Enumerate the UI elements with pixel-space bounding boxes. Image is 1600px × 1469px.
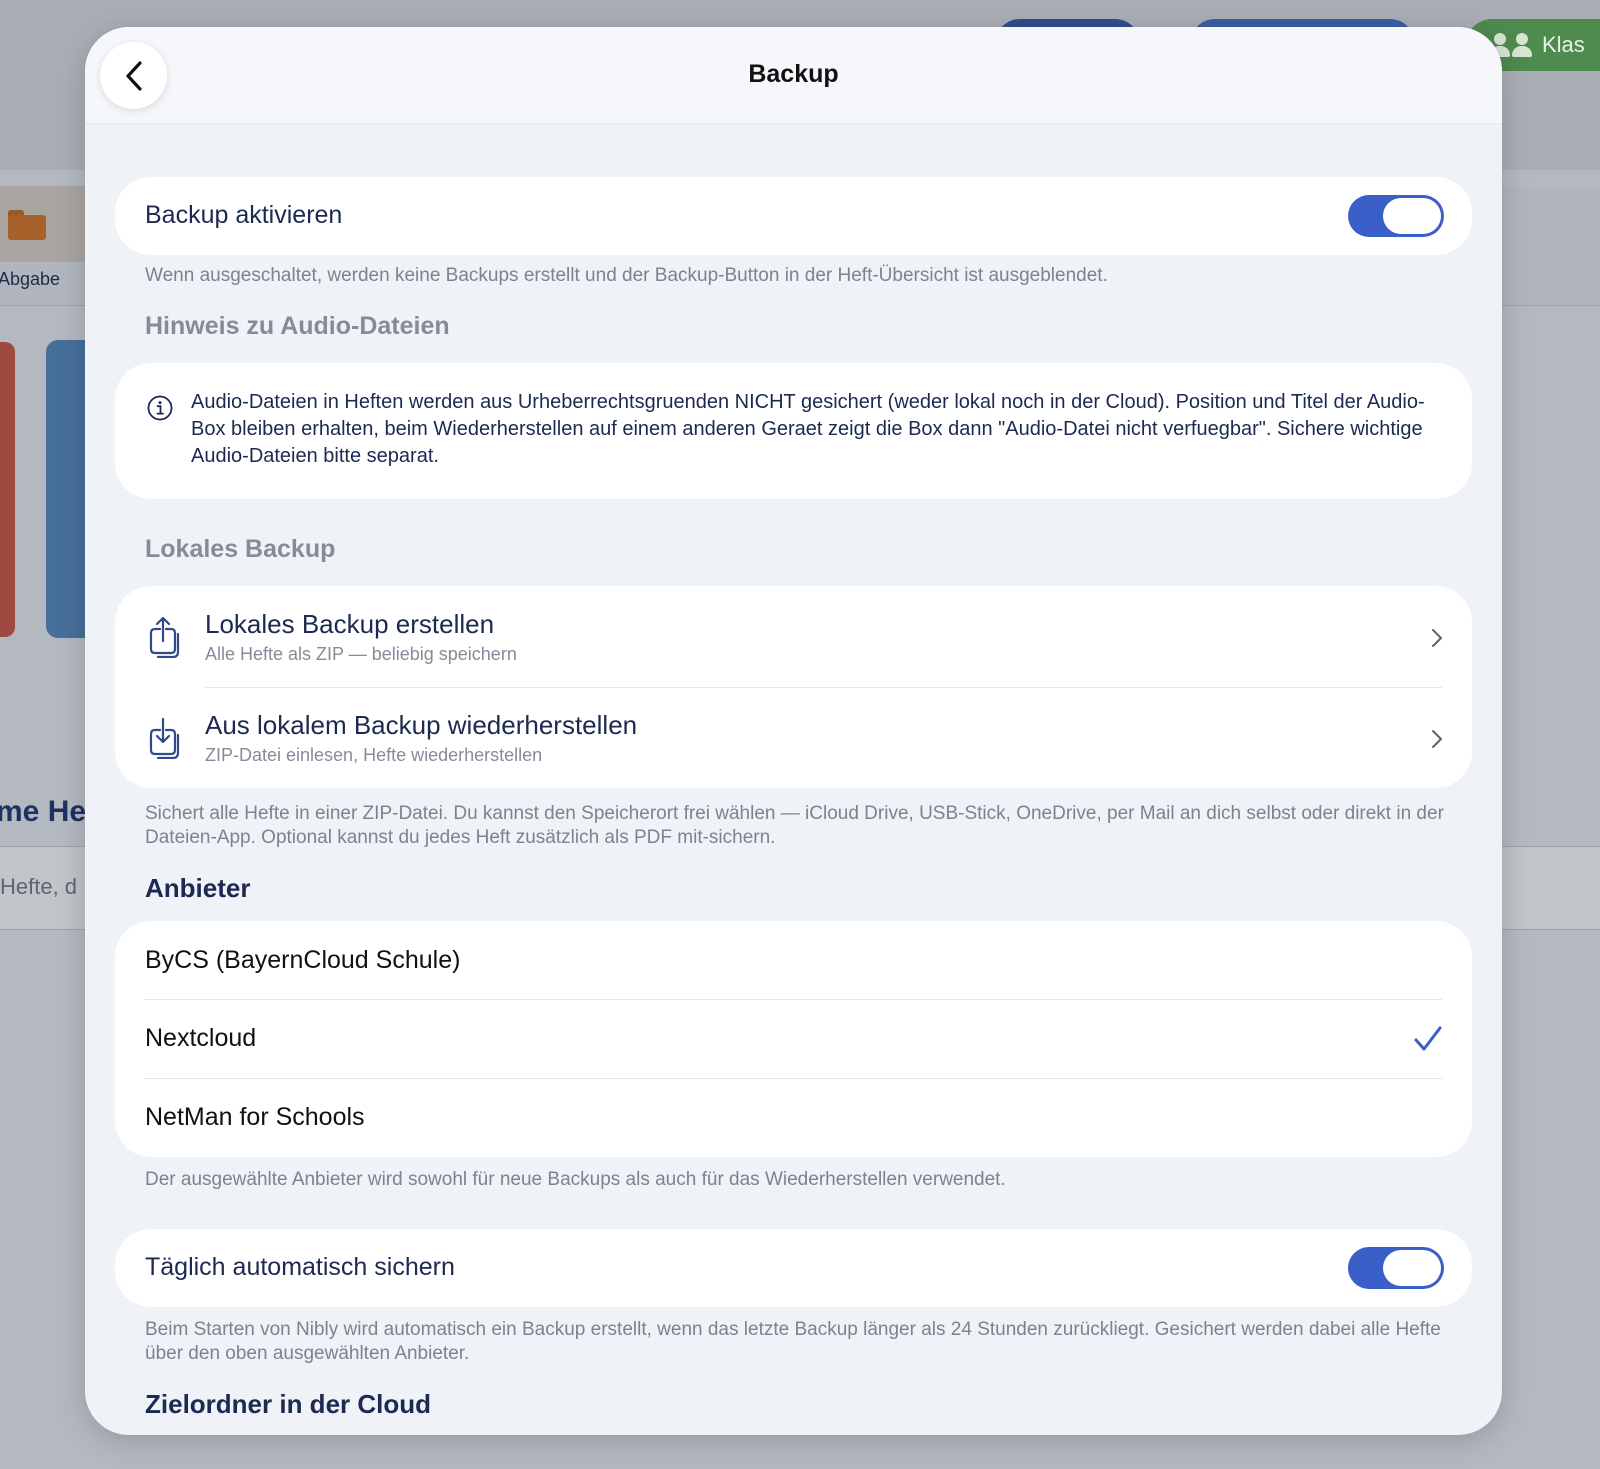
- provider-option-nextcloud[interactable]: Nextcloud: [115, 1000, 1472, 1078]
- provider-label: Nextcloud: [145, 1024, 257, 1052]
- info-icon: [147, 395, 173, 421]
- background-section-heading: me Hef: [0, 795, 97, 828]
- daily-backup-footnote: Beim Starten von Nibly wird automatisch …: [145, 1319, 1441, 1364]
- background-search-text: Hefte, d: [0, 874, 78, 899]
- daily-backup-label: Täglich automatisch sichern: [145, 1253, 455, 1281]
- target-folder-heading: Zielordner in der Cloud: [145, 1389, 432, 1419]
- local-backup-create-row[interactable]: Lokales Backup erstellen Alle Hefte als …: [115, 586, 1472, 687]
- provider-label: NetMan for Schools: [145, 1103, 365, 1131]
- share-upload-icon: [149, 616, 180, 658]
- backup-toggle-label: Backup aktivieren: [145, 201, 343, 229]
- background-folder-label: Abgabe: [0, 269, 61, 289]
- daily-backup-toggle-switch[interactable]: [1348, 1247, 1444, 1289]
- download-restore-icon: [149, 717, 180, 759]
- local-backup-restore-subtitle: ZIP-Datei einlesen, Hefte wiederherstell…: [205, 745, 543, 765]
- local-backup-restore-row[interactable]: Aus lokalem Backup wiederherstellen ZIP-…: [115, 687, 1472, 788]
- local-backup-card: Lokales Backup erstellen Alle Hefte als …: [115, 586, 1472, 788]
- provider-option-bycs[interactable]: ByCS (BayernCloud Schule): [115, 921, 1472, 999]
- background-classes-label: Klas: [1542, 32, 1585, 57]
- toggle-knob: [1383, 1250, 1441, 1286]
- audio-notice-heading: Hinweis zu Audio-Dateien: [145, 312, 450, 340]
- audio-notice-card: Audio-Dateien in Heften werden aus Urheb…: [115, 363, 1472, 499]
- local-backup-create-title: Lokales Backup erstellen: [205, 609, 495, 639]
- providers-card: ByCS (BayernCloud Schule) Nextcloud NetM…: [115, 921, 1472, 1157]
- backup-toggle-card: Backup aktivieren: [115, 177, 1472, 255]
- providers-footnote: Der ausgewählte Anbieter wird sowohl für…: [145, 1169, 1006, 1190]
- toggle-knob: [1383, 198, 1441, 234]
- daily-backup-card: Täglich automatisch sichern: [115, 1229, 1472, 1307]
- provider-option-netman[interactable]: NetMan for Schools: [115, 1079, 1472, 1157]
- local-backup-restore-title: Aus lokalem Backup wiederherstellen: [205, 710, 638, 740]
- chevron-right-icon: [1432, 730, 1442, 748]
- local-backup-heading: Lokales Backup: [145, 535, 336, 563]
- backup-toggle-footnote: Wenn ausgeschaltet, werden keine Backups…: [145, 265, 1108, 286]
- chevron-right-icon: [1432, 629, 1442, 647]
- page-title: Backup: [748, 60, 839, 88]
- backup-settings-sheet: Backup Backup aktivieren Wenn ausgeschal…: [85, 27, 1502, 1435]
- sheet-header: Backup: [85, 27, 1502, 124]
- folder-icon: [8, 210, 46, 240]
- background-notebook-cover: [0, 342, 15, 637]
- backup-toggle-switch[interactable]: [1348, 195, 1444, 237]
- audio-notice-text: Audio-Dateien in Heften werden aus Urheb…: [191, 391, 1425, 467]
- provider-label: ByCS (BayernCloud Schule): [145, 946, 461, 974]
- checkmark-icon: [1414, 1026, 1442, 1051]
- providers-heading: Anbieter: [145, 873, 251, 903]
- local-backup-footnote: Sichert alle Hefte in einer ZIP-Datei. D…: [145, 803, 1444, 848]
- local-backup-create-subtitle: Alle Hefte als ZIP — beliebig speichern: [205, 644, 517, 664]
